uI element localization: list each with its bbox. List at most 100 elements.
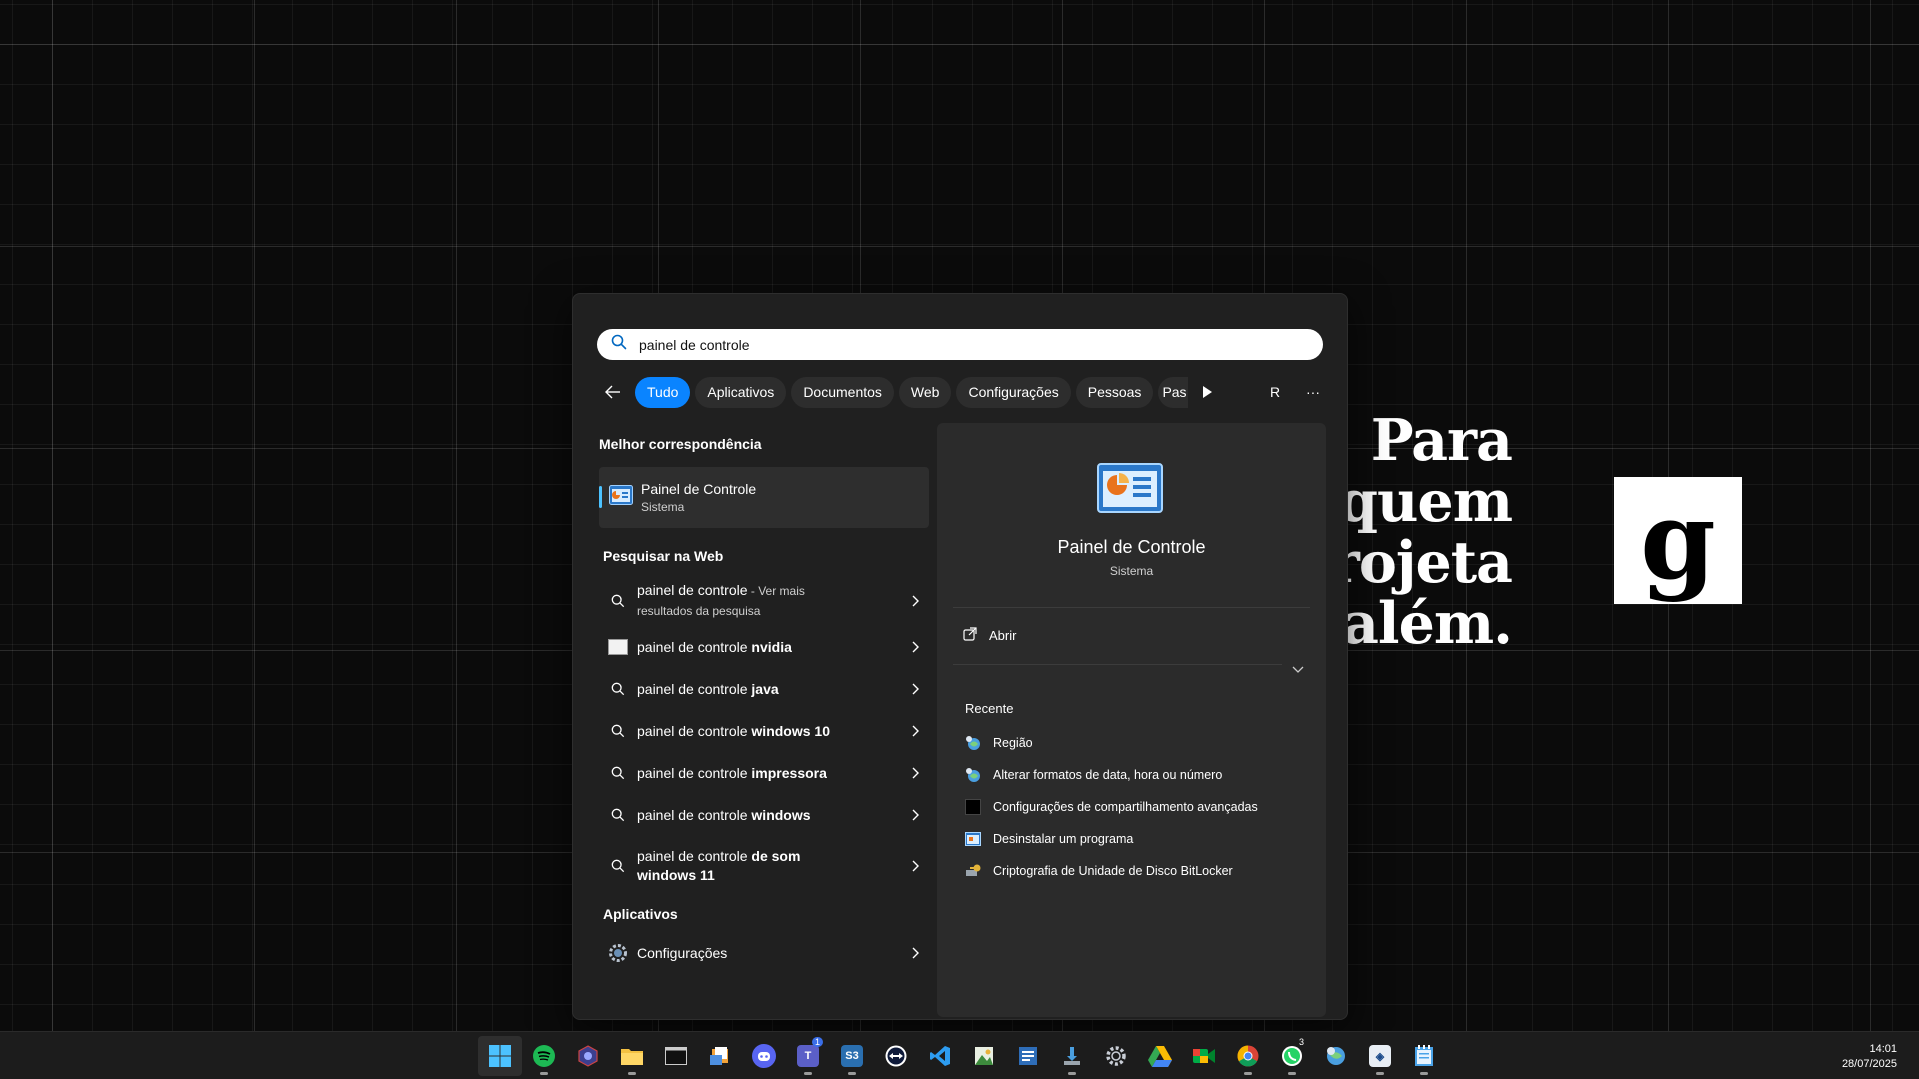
recent-list: Região Alterar formatos de data, hora ou… xyxy=(965,727,1258,887)
notes-icon xyxy=(1019,1047,1037,1065)
taskbar-s3[interactable]: S3 xyxy=(830,1036,874,1076)
taskbar-teamviewer[interactable] xyxy=(874,1036,918,1076)
web-result-windows[interactable]: painel de controle windows xyxy=(599,794,929,836)
taskbar-notepad[interactable] xyxy=(1402,1036,1446,1076)
tab-truncated[interactable]: Pas xyxy=(1158,376,1189,408)
web-result-query: painel de controle xyxy=(637,582,748,598)
recent-item-regiao[interactable]: Região xyxy=(965,727,1258,759)
recent-heading: Recente xyxy=(965,701,1014,716)
tab-tudo[interactable]: Tudo xyxy=(635,376,691,408)
tab-configuracoes[interactable]: Configurações xyxy=(956,376,1071,408)
taskbar-installer[interactable] xyxy=(1050,1036,1094,1076)
wallpaper-logo-letter: g xyxy=(1640,477,1716,604)
web-result-som-windows-11[interactable]: painel de controle de som windows 11 xyxy=(599,836,929,896)
whatsapp-badge: 3 xyxy=(1298,1037,1304,1047)
detail-title: Painel de Controle xyxy=(1057,537,1206,557)
tab-documentos[interactable]: Documentos xyxy=(791,376,894,408)
chevron-right-icon xyxy=(903,595,929,607)
best-match-name: Painel de Controle xyxy=(641,481,757,497)
web-result-prefix: painel de controle xyxy=(637,848,752,864)
chevron-right-icon xyxy=(903,947,929,959)
recent-item-formatos[interactable]: Alterar formatos de data, hora ou número xyxy=(965,759,1258,791)
taskbar-google-meet[interactable] xyxy=(1182,1036,1226,1076)
start-button[interactable] xyxy=(478,1036,522,1076)
taskbar-teams[interactable]: T 1 xyxy=(786,1036,830,1076)
tab-pessoas[interactable]: Pessoas xyxy=(1075,376,1154,408)
folder-icon xyxy=(621,1049,643,1065)
recent-label: Alterar formatos de data, hora ou número xyxy=(993,768,1223,782)
open-label: Abrir xyxy=(989,628,1017,643)
settings-gear-icon xyxy=(1106,1046,1126,1066)
best-match-item[interactable]: Painel de Controle Sistema xyxy=(599,467,929,528)
account-avatar-button[interactable]: R xyxy=(1261,378,1289,406)
search-input[interactable] xyxy=(637,335,1241,354)
taskbar-clock[interactable]: 14:01 28/07/2025 xyxy=(1842,1042,1897,1072)
taskbar-google-drive[interactable] xyxy=(1138,1036,1182,1076)
best-match-heading: Melhor correspondência xyxy=(599,436,762,452)
chevron-right-icon xyxy=(903,725,929,737)
windows-logo-icon xyxy=(489,1045,511,1067)
taskbar-discord[interactable] xyxy=(742,1036,786,1076)
tab-aplicativos[interactable]: Aplicativos xyxy=(695,376,787,408)
tab-web[interactable]: Web xyxy=(898,376,952,408)
wallpaper-logo: g xyxy=(1614,477,1742,604)
web-result-java[interactable]: painel de controle java xyxy=(599,668,929,710)
app-result-configuracoes[interactable]: Configurações xyxy=(599,932,929,974)
taskbar-sketchup[interactable]: ◈ xyxy=(1358,1036,1402,1076)
web-result-see-more[interactable]: painel de controle - Ver mais resultados… xyxy=(599,576,929,626)
web-result-impressora[interactable]: painel de controle impressora xyxy=(599,752,929,794)
recent-item-compartilhamento[interactable]: Configurações de compartilhamento avança… xyxy=(965,791,1258,823)
search-panel: Tudo Aplicativos Documentos Web Configur… xyxy=(572,293,1348,1020)
image-editor-icon xyxy=(975,1047,993,1065)
detail-subtitle: Sistema xyxy=(1109,564,1154,578)
recent-label: Região xyxy=(993,736,1033,750)
taskbar-globe-app[interactable] xyxy=(1314,1036,1358,1076)
web-result-bold: windows xyxy=(751,806,811,823)
search-icon xyxy=(607,682,629,696)
region-globe-icon xyxy=(965,735,981,751)
clock-date: 28/07/2025 xyxy=(1841,1058,1897,1070)
web-result-nvidia[interactable]: painel de controle nvidia xyxy=(599,626,929,668)
web-result-bold: de som xyxy=(751,848,801,864)
download-installer-icon xyxy=(1064,1047,1080,1065)
web-result-bold: java xyxy=(751,680,779,697)
google-meet-icon xyxy=(1193,1049,1215,1063)
taskbar-image-app[interactable] xyxy=(962,1036,1006,1076)
sketchup-icon: ◈ xyxy=(1369,1045,1391,1067)
taskbar-notes[interactable] xyxy=(1006,1036,1050,1076)
expand-button[interactable] xyxy=(1292,661,1304,679)
taskbar-files[interactable] xyxy=(698,1036,742,1076)
discord-icon xyxy=(752,1044,776,1068)
hexagon-app-icon xyxy=(578,1045,598,1067)
vscode-icon xyxy=(930,1046,950,1066)
open-external-icon xyxy=(963,627,977,644)
chrome-icon xyxy=(1237,1045,1259,1067)
taskbar-settings[interactable] xyxy=(1094,1036,1138,1076)
network-sharing-icon xyxy=(965,799,981,815)
taskbar-terminal[interactable] xyxy=(654,1036,698,1076)
taskbar-file-explorer[interactable] xyxy=(610,1036,654,1076)
taskbar-vscode[interactable] xyxy=(918,1036,962,1076)
recent-item-bitlocker[interactable]: Criptografia de Unidade de Disco BitLock… xyxy=(965,855,1258,887)
globe-app-icon xyxy=(1327,1047,1345,1065)
recent-label: Configurações de compartilhamento avança… xyxy=(993,800,1258,814)
taskbar-chrome[interactable] xyxy=(1226,1036,1270,1076)
search-box[interactable] xyxy=(597,329,1323,360)
web-result-prefix: painel de controle xyxy=(637,638,752,655)
taskbar-icons: T 1 S3 3 ◈ xyxy=(478,1036,1446,1076)
taskbar: T 1 S3 3 ◈ 14:01 28/07/2025 xyxy=(0,1031,1919,1079)
taskbar-spotify[interactable] xyxy=(522,1036,566,1076)
web-result-windows-10[interactable]: painel de controle windows 10 xyxy=(599,710,929,752)
web-result-bold: impressora xyxy=(751,764,827,781)
chevron-right-icon xyxy=(903,809,929,821)
recent-item-desinstalar[interactable]: Desinstalar um programa xyxy=(965,823,1258,855)
search-icon xyxy=(607,808,629,822)
taskbar-whatsapp[interactable]: 3 xyxy=(1270,1036,1314,1076)
more-options-button[interactable]: ··· xyxy=(1299,378,1327,406)
chevron-right-icon xyxy=(903,860,929,872)
open-action[interactable]: Abrir xyxy=(963,627,1016,644)
taskbar-app-hex[interactable] xyxy=(566,1036,610,1076)
back-button[interactable] xyxy=(599,378,627,406)
scroll-tabs-button[interactable] xyxy=(1193,378,1221,406)
web-result-suffix: - Ver mais xyxy=(747,584,805,598)
